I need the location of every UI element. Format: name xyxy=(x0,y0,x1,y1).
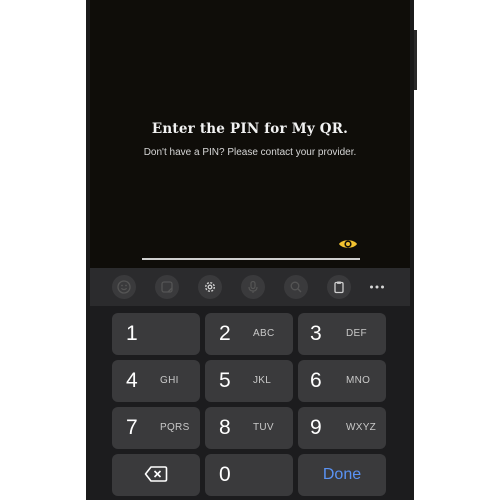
done-label: Done xyxy=(322,466,362,483)
key-6[interactable]: 6 MNO xyxy=(298,360,386,402)
key-letters: WXYZ xyxy=(346,422,377,433)
key-letters: DEF xyxy=(346,328,367,339)
phone-frame: Enter the PIN for My QR. Don't have a PI… xyxy=(86,0,417,500)
pin-entry-screen: Enter the PIN for My QR. Don't have a PI… xyxy=(90,0,410,275)
key-letters: MNO xyxy=(346,375,371,386)
key-letters: PQRS xyxy=(160,422,190,433)
key-digit: 8 xyxy=(219,416,231,439)
backspace-icon xyxy=(144,465,168,488)
done-button[interactable]: Done xyxy=(298,454,386,496)
key-9[interactable]: 9 WXYZ xyxy=(298,407,386,449)
key-digit: 5 xyxy=(219,369,231,392)
settings-icon[interactable] xyxy=(198,275,222,299)
keyboard-toolbar xyxy=(90,268,410,306)
sticker-icon[interactable] xyxy=(155,275,179,299)
mic-icon[interactable] xyxy=(241,275,265,299)
more-icon[interactable] xyxy=(367,277,387,297)
phone-screen: Enter the PIN for My QR. Don't have a PI… xyxy=(90,0,410,500)
key-digit: 9 xyxy=(310,416,322,439)
key-digit: 2 xyxy=(219,322,231,345)
numeric-keyboard: 1 2 ABC 3 DEF 4 GHI 5 JKL 6 MNO 7 PQRS 8… xyxy=(90,268,410,500)
key-letters: GHI xyxy=(160,375,179,386)
search-icon[interactable] xyxy=(284,275,308,299)
key-digit: 4 xyxy=(126,369,138,392)
emoji-icon[interactable] xyxy=(112,275,136,299)
key-digit: 7 xyxy=(126,416,138,439)
key-2[interactable]: 2 ABC xyxy=(205,313,293,355)
key-0[interactable]: 0 xyxy=(205,454,293,496)
pin-prompt-title: Enter the PIN for My QR. xyxy=(151,121,349,137)
key-4[interactable]: 4 GHI xyxy=(112,360,200,402)
pin-input[interactable] xyxy=(142,234,360,260)
key-1[interactable]: 1 xyxy=(112,313,200,355)
key-digit: 0 xyxy=(219,463,231,486)
key-letters: ABC xyxy=(253,328,275,339)
phone-side-button xyxy=(414,30,417,90)
key-digit: 6 xyxy=(310,369,322,392)
page: Enter the PIN for My QR. Don't have a PI… xyxy=(0,0,500,500)
clipboard-icon[interactable] xyxy=(327,275,351,299)
key-letters: JKL xyxy=(253,375,272,386)
key-digit: 1 xyxy=(126,322,138,345)
key-letters: TUV xyxy=(253,422,274,433)
eye-icon[interactable] xyxy=(338,237,358,251)
key-8[interactable]: 8 TUV xyxy=(205,407,293,449)
backspace-key[interactable] xyxy=(112,454,200,496)
key-5[interactable]: 5 JKL xyxy=(205,360,293,402)
key-digit: 3 xyxy=(310,322,322,345)
pin-prompt-subtitle: Don't have a PIN? Please contact your pr… xyxy=(143,147,357,158)
key-7[interactable]: 7 PQRS xyxy=(112,407,200,449)
key-3[interactable]: 3 DEF xyxy=(298,313,386,355)
pin-input-underline xyxy=(142,258,360,260)
